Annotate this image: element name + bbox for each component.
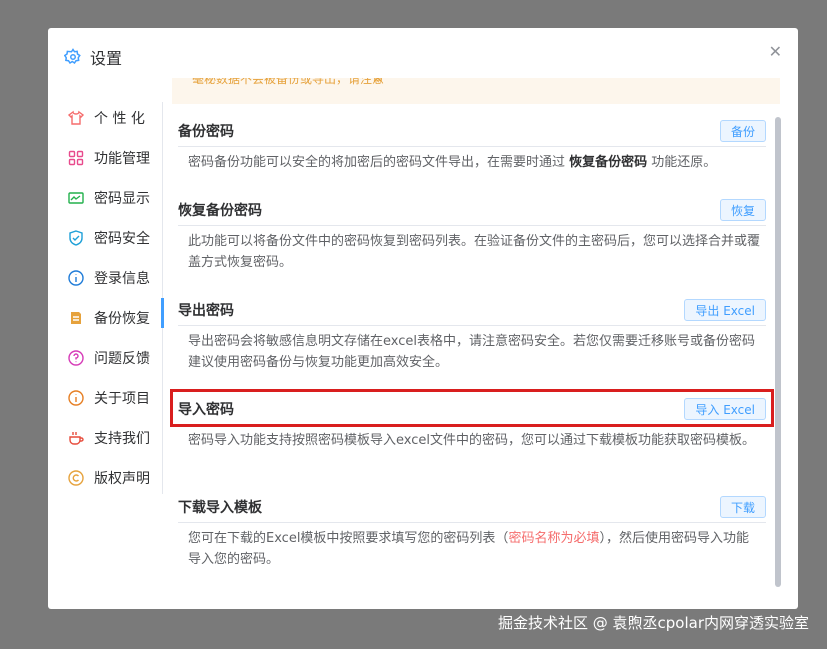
watermark: 掘金技术社区 @ 袁煦丞cpolar内网穿透实验室 (497, 614, 809, 632)
sidebar-item-label: 个 性 化 (94, 111, 145, 127)
sidebar-item-label: 关于项目 (94, 391, 150, 407)
section-template: 下载导入模板 下载 您可在下载的Excel模板中按照要求填写您的密码列表（密码名… (178, 492, 766, 570)
copyright-icon (68, 470, 84, 486)
sidebar-item-security[interactable]: 密码安全 (64, 218, 164, 258)
section-title: 下载导入模板 (178, 500, 262, 516)
section-restore: 恢复备份密码 恢复 此功能可以将备份文件中的密码恢复到密码列表。在验证备份文件的… (178, 195, 766, 273)
export-excel-button[interactable]: 导出 Excel (684, 299, 766, 321)
sidebar-item-label: 登录信息 (94, 271, 150, 287)
warning-notice: 毫秘数据不会被备份或导出，请注意 ✕ (172, 78, 780, 104)
scrollbar[interactable] (775, 117, 781, 587)
backup-icon (68, 310, 84, 326)
about-icon (68, 390, 84, 406)
settings-dialog: 设置 ✕ 个 性 化 功能管理 密码显示 密码安全 登录信息 备份恢复 问题反馈… (48, 28, 798, 609)
desc-text: 密码备份功能可以安全的将加密后的密码文件导出，在需要时通过 (188, 155, 570, 170)
sidebar-item-about[interactable]: 关于项目 (64, 378, 164, 418)
sidebar-item-login-info[interactable]: 登录信息 (64, 258, 164, 298)
backup-settings-panel: 毫秘数据不会被备份或导出，请注意 ✕ 备份密码 备份 密码备份功能可以安全的将加… (172, 78, 782, 598)
notice-text: 毫秘数据不会被备份或导出，请注意 (192, 78, 385, 86)
backup-button[interactable]: 备份 (719, 120, 766, 142)
section-export: 导出密码 导出 Excel 导出密码会将敏感信息明文存储在excel表格中，请注… (178, 295, 766, 373)
sidebar-item-label: 版权声明 (94, 471, 150, 487)
section-title: 恢复备份密码 (178, 203, 262, 219)
sidebar-item-features[interactable]: 功能管理 (64, 138, 164, 178)
section-title: 备份密码 (178, 124, 234, 140)
info-icon (68, 270, 84, 286)
sidebar-item-support[interactable]: 支持我们 (64, 418, 164, 458)
question-icon (68, 350, 84, 366)
notice-close-icon[interactable]: ✕ (372, 78, 384, 87)
sidebar-item-copyright[interactable]: 版权声明 (64, 458, 164, 498)
sidebar-item-personalize[interactable]: 个 性 化 (64, 98, 164, 138)
desc-text: 您可在下载的Excel模板中按照要求填写您的密码列表（ (188, 531, 509, 546)
dialog-title: 设置 (90, 49, 123, 68)
section-desc: 密码导入功能支持按照密码模板导入excel文件中的密码，您可以通过下载模板功能获… (188, 433, 755, 448)
tshirt-icon (68, 110, 84, 126)
sidebar-item-backup[interactable]: 备份恢复 (64, 298, 164, 338)
coffee-icon (68, 430, 84, 446)
grid-icon (68, 150, 84, 166)
section-title: 导出密码 (178, 303, 234, 319)
shield-icon (68, 230, 84, 246)
display-icon (68, 190, 84, 206)
section-desc: 您可在下载的Excel模板中按照要求填写您的密码列表（密码名称为必填），然后使用… (178, 523, 766, 570)
sidebar-item-label: 功能管理 (94, 151, 150, 167)
sidebar-item-label: 备份恢复 (94, 311, 150, 327)
dialog-header: 设置 (64, 46, 122, 68)
annotation-highlight-box (170, 389, 774, 427)
desc-highlight: 恢复备份密码 (569, 155, 648, 170)
sidebar-item-display[interactable]: 密码显示 (64, 178, 164, 218)
desc-text: 功能还原。 (647, 155, 717, 170)
section-backup: 备份密码 备份 密码备份功能可以安全的将加密后的密码文件导出，在需要时通过 恢复… (178, 116, 766, 173)
restore-button[interactable]: 恢复 (719, 199, 766, 221)
sidebar-item-feedback[interactable]: 问题反馈 (64, 338, 164, 378)
sidebar-item-label: 支持我们 (94, 431, 150, 447)
download-template-button[interactable]: 下载 (719, 496, 766, 518)
section-desc: 导出密码会将敏感信息明文存储在excel表格中，请注意密码安全。若您仅需要迁移账… (188, 334, 755, 370)
section-desc: 此功能可以将备份文件中的密码恢复到密码列表。在验证备份文件的主密码后，您可以选择… (188, 234, 761, 270)
sidebar-item-label: 密码显示 (94, 191, 150, 207)
sidebar-active-indicator (161, 298, 164, 328)
gear-icon (64, 48, 81, 65)
required-note: 密码名称为必填 (508, 531, 600, 546)
close-icon[interactable]: ✕ (769, 42, 782, 61)
sidebar-item-label: 密码安全 (94, 231, 150, 247)
settings-sidebar: 个 性 化 功能管理 密码显示 密码安全 登录信息 备份恢复 问题反馈 关于项目… (64, 98, 164, 498)
sidebar-item-label: 问题反馈 (94, 351, 150, 367)
section-desc: 密码备份功能可以安全的将加密后的密码文件导出，在需要时通过 恢复备份密码 功能还… (178, 147, 766, 173)
